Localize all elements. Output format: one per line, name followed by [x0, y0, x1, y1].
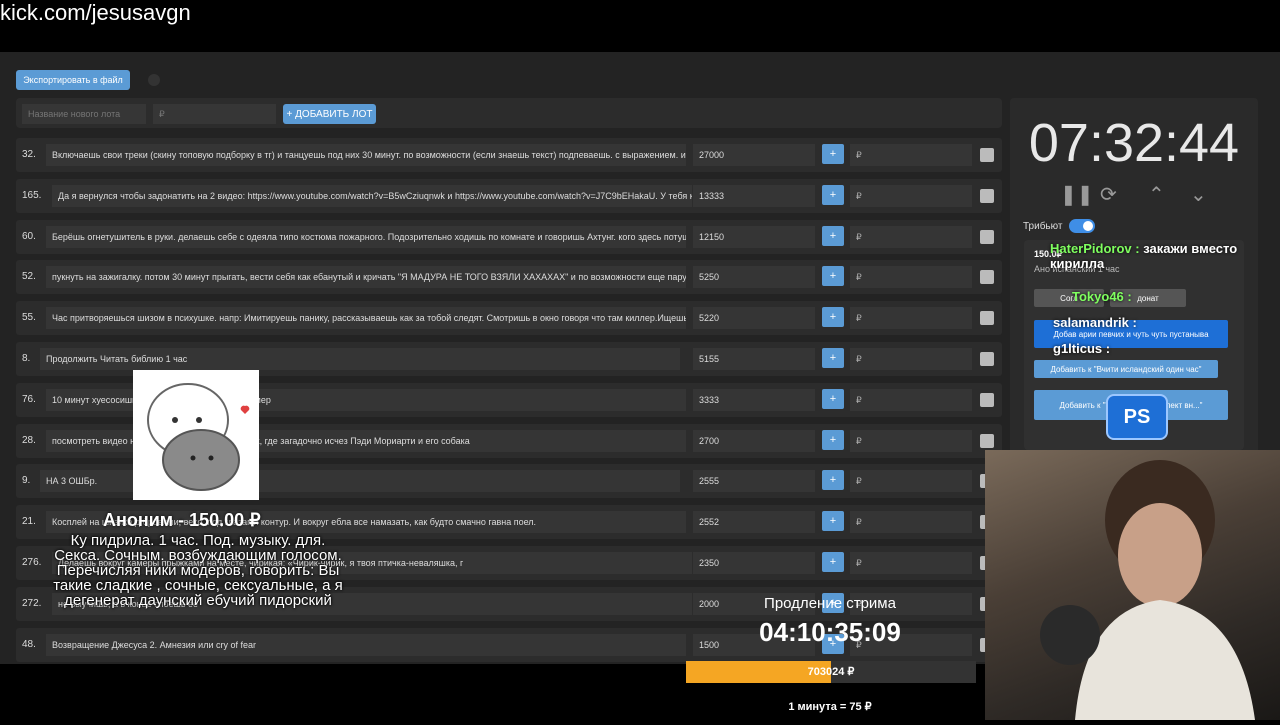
lot-number: 8.: [22, 353, 31, 364]
lot-number: 76.: [22, 393, 36, 405]
chevron-up-icon[interactable]: ⌃: [1148, 182, 1165, 207]
lot-rub-input[interactable]: ₽: [850, 348, 972, 370]
add-lot-button[interactable]: + ДОБАВИТЬ ЛОТ: [283, 104, 376, 124]
status-dot: [148, 74, 160, 86]
lot-row: 60. Берёшь огнетушитель в руки. делаешь с…: [16, 219, 1002, 254]
lot-rub-input[interactable]: ₽: [850, 144, 972, 166]
lot-rub-input[interactable]: ₽: [850, 388, 972, 411]
lot-amount[interactable]: 2552: [693, 511, 815, 534]
donor-name: Аноним - 150.00 ₽: [103, 510, 261, 530]
lot-name-input[interactable]: [22, 104, 146, 124]
webcam-feed: [985, 450, 1280, 720]
chat-username: HaterPidorov :: [1050, 241, 1140, 256]
lot-add-button[interactable]: +: [822, 184, 844, 205]
lot-number: 21.: [22, 516, 36, 528]
lot-amount[interactable]: 2700: [693, 429, 815, 452]
lot-amount[interactable]: 27000: [693, 144, 815, 166]
lot-add-button[interactable]: +: [822, 307, 844, 328]
lot-delete-icon[interactable]: [980, 229, 994, 244]
lot-delete-icon[interactable]: [980, 392, 994, 407]
progress-label: 703024 ₽: [807, 666, 855, 678]
donation-message: Ку пидрила. 1 час. Под. музыку. для. Сек…: [53, 532, 343, 609]
lot-rub-input[interactable]: ₽: [850, 511, 972, 534]
lot-text[interactable]: пукнуть на зажигалку. потом 30 минут пры…: [46, 266, 686, 289]
lot-row: 32. Включаешь свои треки (скину топовую п…: [16, 138, 1002, 172]
lot-text[interactable]: Да я вернулся чтобы задонатить на 2 виде…: [52, 184, 692, 207]
lot-number: 55.: [22, 312, 36, 324]
lot-number: 32.: [22, 149, 36, 160]
sticker-image: [133, 370, 259, 500]
chat-username: salamandrik :: [1053, 315, 1137, 330]
lot-amount-input[interactable]: [153, 104, 276, 124]
lot-amount[interactable]: 12150: [693, 225, 815, 248]
lot-delete-icon[interactable]: [980, 433, 994, 448]
lot-delete-icon[interactable]: [980, 148, 994, 162]
lot-delete-icon[interactable]: [980, 188, 994, 203]
lot-add-button[interactable]: +: [822, 429, 844, 450]
lot-row: 55. Час притворяешься шизом в психушке. н…: [16, 301, 1002, 336]
main-timer: 07:32:44: [1028, 113, 1240, 173]
lot-number: 9.: [22, 475, 31, 487]
lot-number: 272.: [22, 597, 42, 609]
lot-add-button[interactable]: +: [822, 144, 844, 164]
lot-number: 60.: [22, 230, 36, 242]
extension-label: Продление стрима: [764, 595, 896, 612]
lot-amount[interactable]: 2350: [693, 552, 815, 574]
lot-number: 52.: [22, 271, 36, 283]
export-button[interactable]: Экспортировать в файл: [16, 70, 130, 90]
streamer-silhouette: [1040, 460, 1255, 720]
pause-icon[interactable]: ❚❚: [1060, 182, 1094, 207]
chevron-down-icon[interactable]: ⌄: [1190, 182, 1207, 207]
url-text: kick.com/jesusavgn: [0, 0, 191, 25]
lot-delete-icon[interactable]: [980, 270, 994, 285]
lot-amount[interactable]: 3333: [693, 388, 815, 411]
lot-amount[interactable]: 5220: [693, 307, 815, 330]
donation-progress: 703024 ₽: [686, 661, 976, 683]
lot-number: 28.: [22, 434, 36, 446]
lot-rub-input[interactable]: ₽: [850, 429, 972, 452]
chat-username: g1lticus :: [1053, 341, 1111, 356]
lot-text[interactable]: Включаешь свои треки (скину топовую подб…: [46, 144, 686, 166]
tribute-label: Трибьют: [1023, 221, 1063, 232]
reset-icon[interactable]: ⟳: [1100, 182, 1117, 207]
lot-row: 165. Да я вернулся чтобы задонатить на 2 …: [16, 178, 1002, 213]
lot-add-button[interactable]: +: [822, 266, 844, 287]
lot-add-button[interactable]: +: [822, 388, 844, 409]
lot-add-button[interactable]: +: [822, 511, 844, 532]
lot-number: 276.: [22, 557, 42, 568]
lot-rub-input[interactable]: ₽: [850, 307, 972, 330]
lot-rub-input[interactable]: ₽: [850, 184, 972, 207]
cat-sticker-icon: [147, 383, 250, 491]
lot-number: 48.: [22, 638, 36, 650]
lot-text[interactable]: Берёшь огнетушитель в руки. делаешь себе…: [46, 225, 686, 248]
ps-logo: PS: [1106, 394, 1168, 440]
lot-add-button[interactable]: +: [822, 552, 844, 572]
lot-text[interactable]: Возвращение Джесуса 2. Амнезия или cry o…: [46, 633, 686, 656]
lot-number: 165.: [22, 189, 42, 201]
chat-username: Tokyo46 :: [1072, 289, 1132, 304]
lot-delete-icon[interactable]: [980, 352, 994, 366]
lot-add-button[interactable]: +: [822, 348, 844, 368]
lot-row: 52. пукнуть на зажигалку. потом 30 минут …: [16, 260, 1002, 295]
lot-rub-input[interactable]: ₽: [850, 225, 972, 248]
lot-amount[interactable]: 5250: [693, 266, 815, 289]
extension-timer: 04:10:35:09: [759, 617, 901, 647]
lot-delete-icon[interactable]: [980, 311, 994, 326]
lot-rub-input[interactable]: ₽: [850, 266, 972, 289]
lot-add-button[interactable]: +: [822, 225, 844, 246]
chat-message: HaterPidorov : закажи вместо кирилла: [1050, 241, 1280, 271]
lot-rub-input[interactable]: ₽: [850, 470, 972, 493]
lot-amount[interactable]: 5155: [693, 348, 815, 370]
lot-add-button[interactable]: +: [822, 470, 844, 491]
lot-amount[interactable]: 2555: [693, 470, 815, 493]
lot-text[interactable]: Продолжить Читать библию 1 час: [40, 348, 680, 370]
lot-text[interactable]: Час притворяешься шизом в психушке. напр…: [46, 307, 686, 330]
lot-rub-input[interactable]: ₽: [850, 552, 972, 574]
card-add-button-2[interactable]: Добавить к "Вчити исландский один час": [1034, 360, 1218, 378]
lot-amount[interactable]: 13333: [693, 184, 815, 207]
rate-text: 1 минута = 75 ₽: [788, 701, 872, 713]
tribute-toggle[interactable]: [1069, 219, 1095, 233]
